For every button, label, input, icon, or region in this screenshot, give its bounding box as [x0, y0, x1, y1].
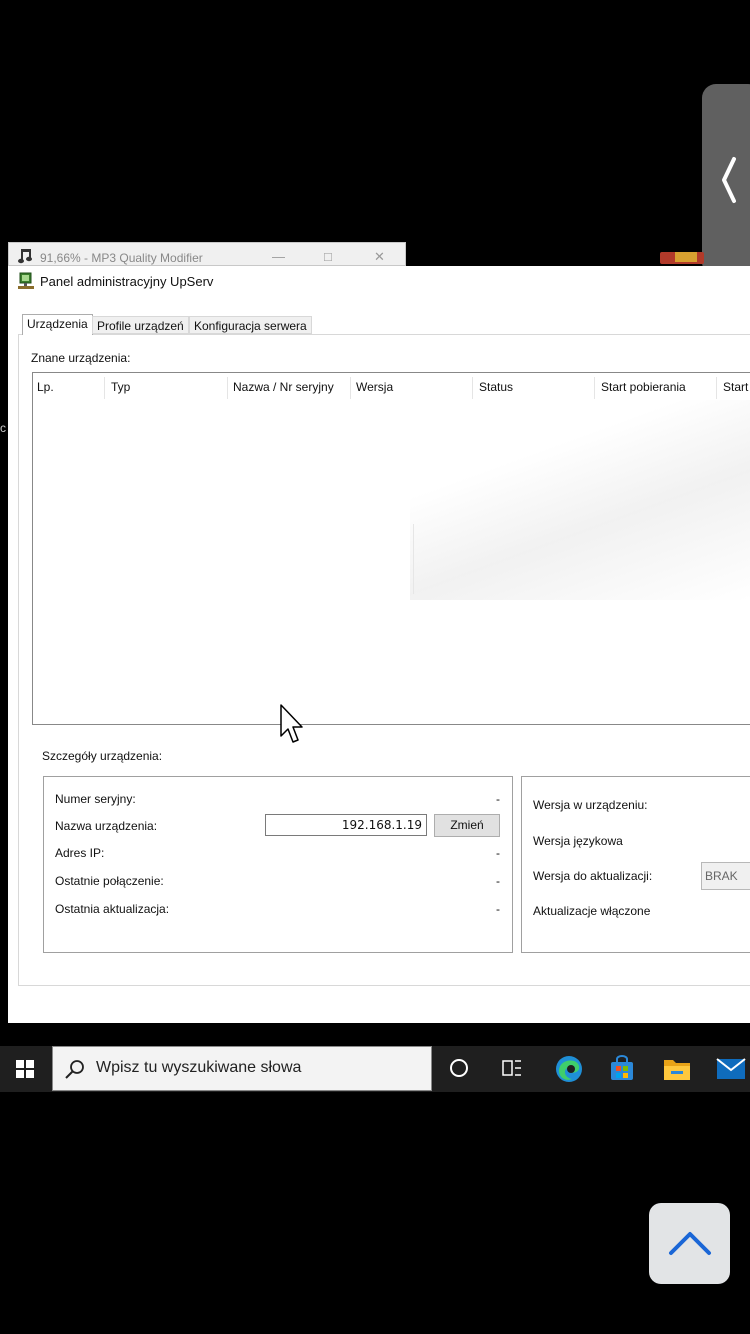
update-version-select[interactable]: BRAK [701, 862, 750, 890]
task-view-icon[interactable] [502, 1058, 522, 1078]
column-header-name[interactable]: Nazwa / Nr seryjny [233, 380, 334, 394]
chevron-up-icon [669, 1232, 711, 1255]
device-name-input[interactable]: 192.168.1.19 [265, 814, 427, 836]
device-version-label: Wersja w urządzeniu: [533, 798, 648, 812]
serial-number-value: - [496, 792, 500, 806]
column-separator[interactable] [716, 377, 717, 399]
last-connection-value: - [496, 874, 500, 888]
cortana-icon[interactable] [450, 1059, 468, 1077]
left-edge-text: c [0, 421, 6, 435]
edge-browser-icon[interactable] [555, 1055, 583, 1083]
device-details-label: Szczegóły urządzenia: [42, 749, 163, 763]
column-header-status[interactable]: Status [479, 380, 513, 394]
mouse-cursor-icon [280, 704, 303, 743]
music-note-icon [18, 249, 32, 264]
change-name-button[interactable]: Zmień [434, 814, 500, 837]
last-connection-label: Ostatnie połączenie: [55, 874, 164, 888]
column-header-lp[interactable]: Lp. [37, 380, 54, 394]
window-title: Panel administracyjny UpServ [40, 274, 214, 289]
file-explorer-icon[interactable] [663, 1057, 691, 1081]
maximize-button[interactable]: □ [324, 249, 332, 264]
background-app-icon-detail [675, 252, 697, 262]
app-icon [18, 272, 34, 289]
updates-enabled-label[interactable]: Aktualizacje włączone [533, 904, 650, 918]
search-icon [65, 1060, 84, 1079]
minimize-button[interactable]: — [272, 249, 285, 264]
windows-start-icon[interactable] [16, 1060, 34, 1078]
ip-address-value: - [496, 846, 500, 860]
ip-address-label: Adres IP: [55, 846, 105, 860]
column-separator[interactable] [104, 377, 105, 399]
column-header-start[interactable]: Start [723, 380, 748, 394]
column-header-type[interactable]: Typ [111, 380, 130, 394]
last-update-value: - [496, 902, 500, 916]
divider [413, 524, 414, 594]
device-name-label: Nazwa urządzenia: [55, 819, 158, 833]
store-icon[interactable] [609, 1055, 635, 1081]
mail-icon[interactable] [716, 1056, 746, 1082]
serial-number-label: Numer seryjny: [55, 792, 136, 806]
tab-device-profiles[interactable]: Profile urządzeń [92, 316, 189, 334]
column-header-version[interactable]: Wersja [356, 380, 393, 394]
column-separator[interactable] [227, 377, 228, 399]
language-version-label: Wersja językowa [533, 834, 623, 848]
column-separator[interactable] [472, 377, 473, 399]
known-devices-label: Znane urządzenia: [31, 351, 131, 365]
search-placeholder[interactable]: Wpisz tu wyszukiwane słowa [96, 1059, 301, 1077]
last-update-label: Ostatnia aktualizacja: [55, 902, 170, 916]
tab-server-config[interactable]: Konfiguracja serwera [189, 316, 312, 334]
chevron-left-icon [722, 157, 736, 203]
background-window-title: 91,66% - MP3 Quality Modifier [40, 251, 203, 265]
column-separator[interactable] [350, 377, 351, 399]
update-version-label: Wersja do aktualizacji: [533, 869, 653, 883]
column-separator[interactable] [594, 377, 595, 399]
close-button[interactable]: ✕ [374, 249, 385, 265]
column-header-download-start[interactable]: Start pobierania [601, 380, 686, 394]
tab-devices[interactable]: Urządzenia [22, 314, 93, 335]
table-reflection [410, 400, 750, 600]
